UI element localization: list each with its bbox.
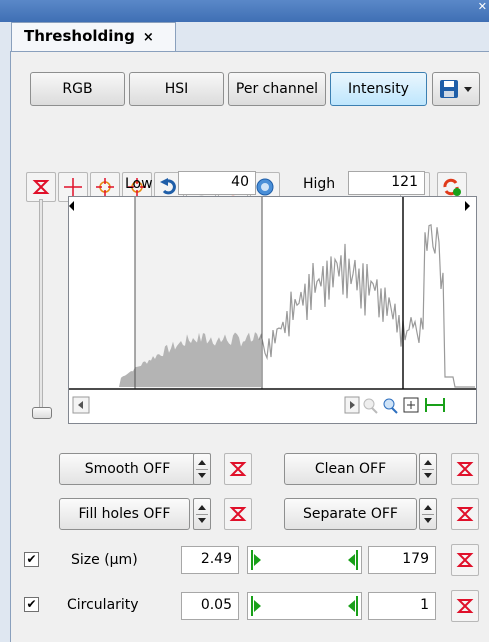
range-min-handle-icon[interactable] [254,600,261,612]
range-min-handle-icon[interactable] [254,554,261,566]
reset-icon [456,553,474,567]
circularity-filter-label: Circularity [67,597,139,613]
hsi-button-label: HSI [164,81,189,97]
scroll-right-arrow-icon[interactable] [465,201,470,211]
spinner-down-icon[interactable] [424,518,432,523]
reset-icon [456,599,474,613]
high-threshold-input[interactable]: 121 [348,171,425,195]
fill-holes-reset-button[interactable] [224,498,252,530]
save-icon [440,80,472,98]
smooth-reset-button[interactable] [224,453,252,485]
fill-holes-toggle-button[interactable]: Fill holes OFF [59,498,190,530]
save-dropdown-button[interactable] [432,72,480,106]
range-handles [251,596,358,616]
per-channel-button-label: Per channel [235,81,319,97]
auto-threshold-icon [256,178,274,196]
size-range-slider[interactable] [247,546,362,574]
intensity-button-label: Intensity [348,81,409,97]
range-max-handle-icon[interactable] [348,554,355,566]
histogram-view[interactable] [68,196,477,424]
tab-thresholding[interactable]: Thresholding × [11,22,176,52]
spinner-down-icon[interactable] [424,473,432,478]
scroll-left-arrow-icon[interactable] [69,201,74,211]
low-threshold-input[interactable]: 40 [178,171,256,195]
size-max-input[interactable]: 179 [368,546,436,574]
rgb-button-label: RGB [62,81,93,97]
histogram-scale-slider-thumb[interactable] [32,407,52,419]
undo-icon [160,178,176,195]
window-close-icon[interactable]: ✕ [478,1,487,12]
circularity-max-input[interactable]: 1 [368,592,436,620]
circularity-reset-button[interactable] [451,590,479,622]
clean-reset-button[interactable] [451,453,479,485]
hsi-button[interactable]: HSI [129,72,224,106]
tab-title: Thresholding [24,27,135,45]
rgb-button[interactable]: RGB [30,72,125,106]
clean-spinner[interactable] [419,453,437,485]
circularity-filter-checkbox[interactable]: ✔ [24,597,39,612]
spinner-down-icon[interactable] [198,518,206,523]
circularity-range-slider[interactable] [247,592,362,620]
fill-holes-toggle-label: Fill holes OFF [78,506,171,522]
high-label: High [303,176,336,192]
histogram-scale-slider[interactable] [39,199,43,414]
reset-threshold-button[interactable] [26,172,56,202]
crosshair-icon [64,178,82,196]
histogram-chart [69,197,476,423]
separate-toggle-button[interactable]: Separate OFF [284,498,417,530]
intensity-button[interactable]: Intensity [330,72,427,106]
crosshair-add-icon [96,178,114,196]
separate-spinner[interactable] [419,498,437,530]
smooth-toggle-label: Smooth OFF [84,461,171,477]
size-filter-checkbox[interactable]: ✔ [24,552,39,567]
per-channel-button[interactable]: Per channel [228,72,326,106]
smooth-spinner[interactable] [193,453,211,485]
fill-holes-spinner[interactable] [193,498,211,530]
spinner-up-icon[interactable] [198,460,206,465]
window-titlebar: ✕ [0,0,489,22]
low-label: Low [125,176,153,192]
reset-threshold-icon [32,180,50,194]
reset-icon [456,462,474,476]
reset-icon [456,507,474,521]
apply-refresh-icon [443,178,461,196]
clean-toggle-button[interactable]: Clean OFF [284,453,417,485]
tab-close-icon[interactable]: × [143,30,154,45]
smooth-toggle-button[interactable]: Smooth OFF [59,453,196,485]
reset-icon [229,462,247,476]
clean-toggle-label: Clean OFF [314,461,387,477]
size-filter-label: Size (µm) [71,552,138,568]
spinner-up-icon[interactable] [424,460,432,465]
reset-icon [229,507,247,521]
fit-icon[interactable] [403,397,419,413]
spinner-down-icon[interactable] [198,473,206,478]
size-reset-button[interactable] [451,544,479,576]
thresholding-panel: RGB HSI Per channel Intensity Low 40 Hig… [10,51,489,642]
histogram-outline [258,224,475,388]
spinner-up-icon[interactable] [198,505,206,510]
range-max-handle-icon[interactable] [348,600,355,612]
range-handles [251,550,358,570]
separate-reset-button[interactable] [451,498,479,530]
size-min-input[interactable]: 2.49 [181,546,239,574]
spinner-up-icon[interactable] [424,505,432,510]
separate-toggle-label: Separate OFF [303,506,398,522]
circularity-min-input[interactable]: 0.05 [181,592,239,620]
